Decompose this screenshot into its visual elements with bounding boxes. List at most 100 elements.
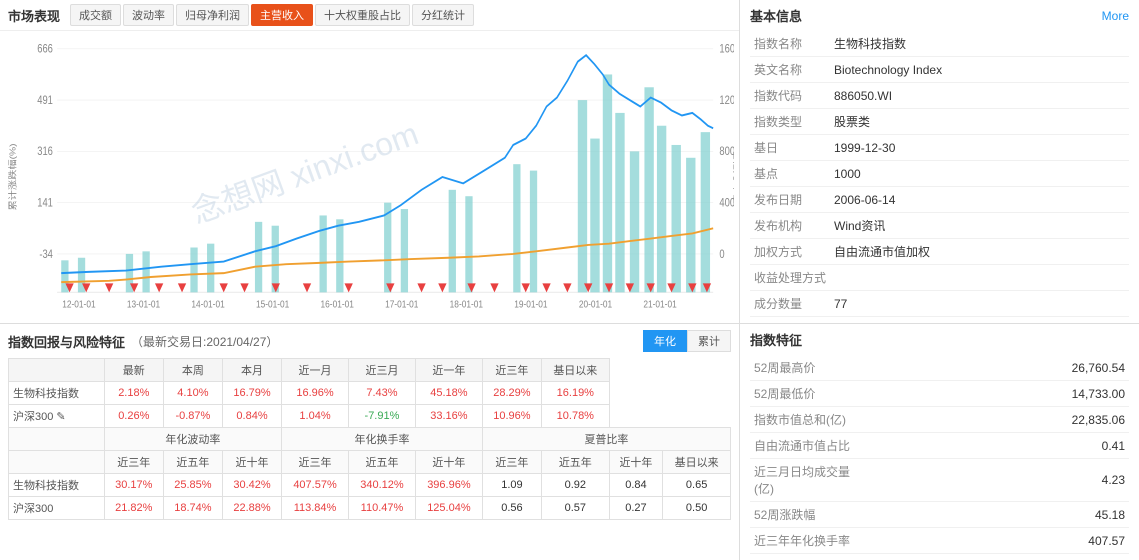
sub-col-3y-sharpe: 近三年 xyxy=(482,451,541,474)
col-1y: 近一年 xyxy=(415,359,482,382)
col-latest: 最新 xyxy=(104,359,163,382)
info-value-2: 886050.WI xyxy=(830,83,1129,109)
return-panel: 指数回报与风险特征 （最新交易日:2021/04/27） 年化 累计 最新 本周… xyxy=(0,324,740,560)
feature-panel: 指数特征 52周最高价 26,760.54 52周最低价 14,733.00 指… xyxy=(740,324,1139,560)
info-value-8: 自由流通市值加权 xyxy=(830,239,1129,265)
feature-label-3: 自由流通市值占比 xyxy=(750,433,870,459)
info-header: 基本信息 More xyxy=(750,6,1129,25)
return-val-1-1: -0.87% xyxy=(163,405,222,428)
info-label-8: 加权方式 xyxy=(750,239,830,265)
sub-header-turn: 年化换手率 xyxy=(282,428,483,451)
more-link[interactable]: More xyxy=(1102,9,1129,23)
info-table: 指数名称 生物科技指数 英文名称 Biotechnology Index 指数代… xyxy=(750,31,1129,317)
info-label-7: 发布机构 xyxy=(750,213,830,239)
sub-val-1-2: 22.88% xyxy=(222,497,281,520)
info-row-8: 加权方式 自由流通市值加权 xyxy=(750,239,1129,265)
col-3m: 近三月 xyxy=(349,359,416,382)
info-value-9 xyxy=(830,265,1129,291)
return-val-0-5: 45.18% xyxy=(415,382,482,405)
sub-col-empty xyxy=(9,451,105,474)
feature-value-0: 26,760.54 xyxy=(870,355,1129,381)
svg-text:12-01-01: 12-01-01 xyxy=(62,299,95,310)
feature-row-1: 52周最低价 14,733.00 xyxy=(750,381,1129,407)
feature-value-5: 45.18 xyxy=(870,502,1129,528)
return-val-1-0: 0.26% xyxy=(104,405,163,428)
return-val-1-3: 1.04% xyxy=(282,405,349,428)
return-table: 最新 本周 本月 近一月 近三月 近一年 近三年 基日以来 生物科技指数 xyxy=(8,358,731,520)
feature-value-6: 407.57 xyxy=(870,528,1129,554)
col-3y: 近三年 xyxy=(482,359,541,382)
feature-label-0: 52周最高价 xyxy=(750,355,870,381)
sub-empty xyxy=(9,428,105,451)
tab-btn-guimu[interactable]: 归母净利润 xyxy=(176,4,249,26)
sub-col-header-row: 近三年 近五年 近十年 近三年 近五年 近十年 近三年 近五年 近十年 基日以来 xyxy=(9,451,731,474)
chart-area: 念想网 xinxi.com 666 491 316 141 -34 xyxy=(0,31,739,323)
feature-row-0: 52周最高价 26,760.54 xyxy=(750,355,1129,381)
svg-text:亿亿元/单位: 亿亿元/单位 xyxy=(732,150,734,204)
info-row-4: 基日 1999-12-30 xyxy=(750,135,1129,161)
svg-text:666: 666 xyxy=(37,43,53,56)
sub-val-1-7: 0.57 xyxy=(541,497,609,520)
info-value-0: 生物科技指数 xyxy=(830,31,1129,57)
toggle-cumulative[interactable]: 累计 xyxy=(687,330,731,352)
tab-btn-zhuyingshouru[interactable]: 主营收入 xyxy=(251,4,313,26)
feature-row-2: 指数市值总和(亿) 22,835.06 xyxy=(750,407,1129,433)
info-row-2: 指数代码 886050.WI xyxy=(750,83,1129,109)
feature-table: 52周最高价 26,760.54 52周最低价 14,733.00 指数市值总和… xyxy=(750,355,1129,554)
sub-val-1-1: 18.74% xyxy=(163,497,222,520)
svg-text:20-01-01: 20-01-01 xyxy=(579,299,612,310)
return-val-1-4: -7.91% xyxy=(349,405,416,428)
info-row-1: 英文名称 Biotechnology Index xyxy=(750,57,1129,83)
return-table-wrapper: 最新 本周 本月 近一月 近三月 近一年 近三年 基日以来 生物科技指数 xyxy=(8,358,731,554)
info-label-3: 指数类型 xyxy=(750,109,830,135)
feature-value-4: 4.23 xyxy=(870,459,1129,502)
return-val-0-6: 28.29% xyxy=(482,382,541,405)
feature-row-6: 近三年年化换手率 407.57 xyxy=(750,528,1129,554)
toggle-annualized[interactable]: 年化 xyxy=(643,330,687,352)
svg-text:-34: -34 xyxy=(39,248,53,261)
tab-btn-shidaquan[interactable]: 十大权重股占比 xyxy=(315,4,410,26)
return-val-1-6: 10.96% xyxy=(482,405,541,428)
svg-text:17-01-01: 17-01-01 xyxy=(385,299,418,310)
sub-col-base-sharpe: 基日以来 xyxy=(663,451,731,474)
sub-col-5y-sharpe: 近五年 xyxy=(541,451,609,474)
main-container: 市场表现 成交额 波动率 归母净利润 主营收入 十大权重股占比 分红统计 念想网… xyxy=(0,0,1139,537)
sub-val-1-5: 125.04% xyxy=(415,497,482,520)
return-subtitle: （最新交易日:2021/04/27） xyxy=(131,333,278,350)
col-week: 本周 xyxy=(163,359,222,382)
sub-val-0-3: 407.57% xyxy=(282,474,349,497)
feature-title: 指数特征 xyxy=(750,330,1129,349)
col-label xyxy=(9,359,105,382)
tab-btn-fenhong[interactable]: 分红统计 xyxy=(412,4,474,26)
feature-row-4: 近三月日均成交量(亿) 4.23 xyxy=(750,459,1129,502)
return-val-1-7: 10.78% xyxy=(541,405,609,428)
info-label-2: 指数代码 xyxy=(750,83,830,109)
sub-val-0-0: 30.17% xyxy=(104,474,163,497)
return-row-index: 生物科技指数 2.18% 4.10% 16.79% 16.96% 7.43% 4… xyxy=(9,382,731,405)
info-row-9: 收益处理方式 xyxy=(750,265,1129,291)
sub-val-0-9: 0.65 xyxy=(663,474,731,497)
svg-text:14-01-01: 14-01-01 xyxy=(191,299,224,310)
return-val-1-2: 0.84% xyxy=(222,405,281,428)
feature-label-5: 52周涨跌幅 xyxy=(750,502,870,528)
info-value-4: 1999-12-30 xyxy=(830,135,1129,161)
sub-col-3y-vol: 近三年 xyxy=(104,451,163,474)
info-row-7: 发布机构 Wind资讯 xyxy=(750,213,1129,239)
return-val-0-7: 16.19% xyxy=(541,382,609,405)
return-val-0-0: 2.18% xyxy=(104,382,163,405)
tab-btn-chengjiaoe[interactable]: 成交额 xyxy=(70,4,121,26)
return-val-1-5: 33.16% xyxy=(415,405,482,428)
info-label-9: 收益处理方式 xyxy=(750,265,830,291)
return-row-hs300: 沪深300 ✎ 0.26% -0.87% 0.84% 1.04% -7.91% … xyxy=(9,405,731,428)
info-panel: 基本信息 More 指数名称 生物科技指数 英文名称 Biotechnology… xyxy=(740,0,1139,323)
chart-legend: 生物科技指数 主营收入(亿) 大事提醒 沪深300 xyxy=(5,321,734,323)
return-title: 指数回报与风险特征 xyxy=(8,332,125,351)
sub-header-sharpe: 夏普比率 xyxy=(482,428,730,451)
tab-btn-bodonglu[interactable]: 波动率 xyxy=(123,4,174,26)
sub-val-0-2: 30.42% xyxy=(222,474,281,497)
info-label-0: 指数名称 xyxy=(750,31,830,57)
info-value-1: Biotechnology Index xyxy=(830,57,1129,83)
sub-col-5y-vol: 近五年 xyxy=(163,451,222,474)
sub-col-10y-vol: 近十年 xyxy=(222,451,281,474)
feature-value-1: 14,733.00 xyxy=(870,381,1129,407)
